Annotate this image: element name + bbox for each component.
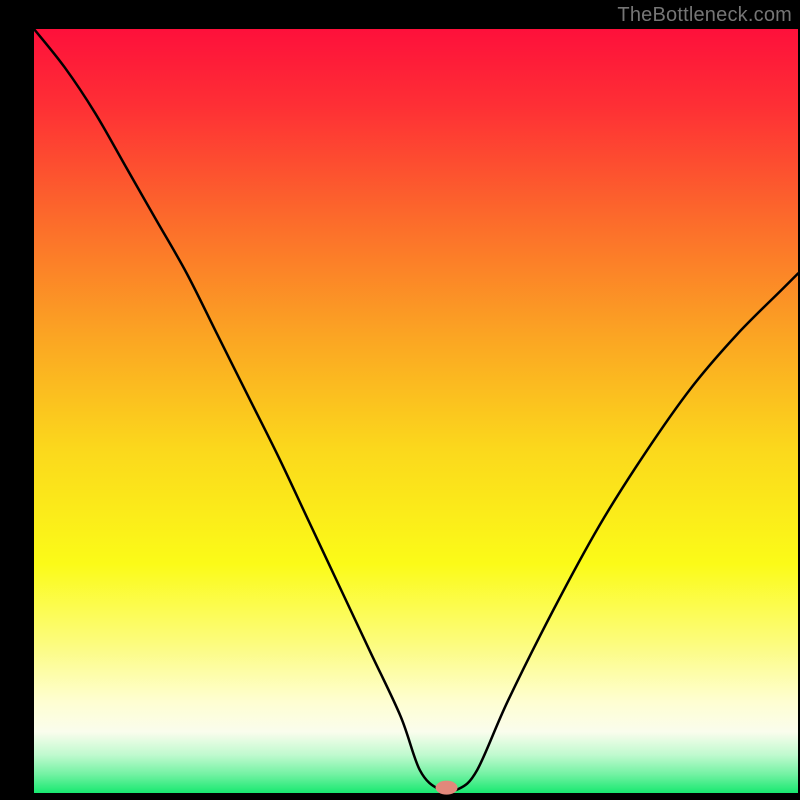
bottleneck-chart [0,0,800,800]
chart-container: { "watermark": "TheBottleneck.com", "cha… [0,0,800,800]
watermark-text: TheBottleneck.com [617,4,792,27]
plot-background [34,29,798,793]
optimal-marker [436,781,458,795]
